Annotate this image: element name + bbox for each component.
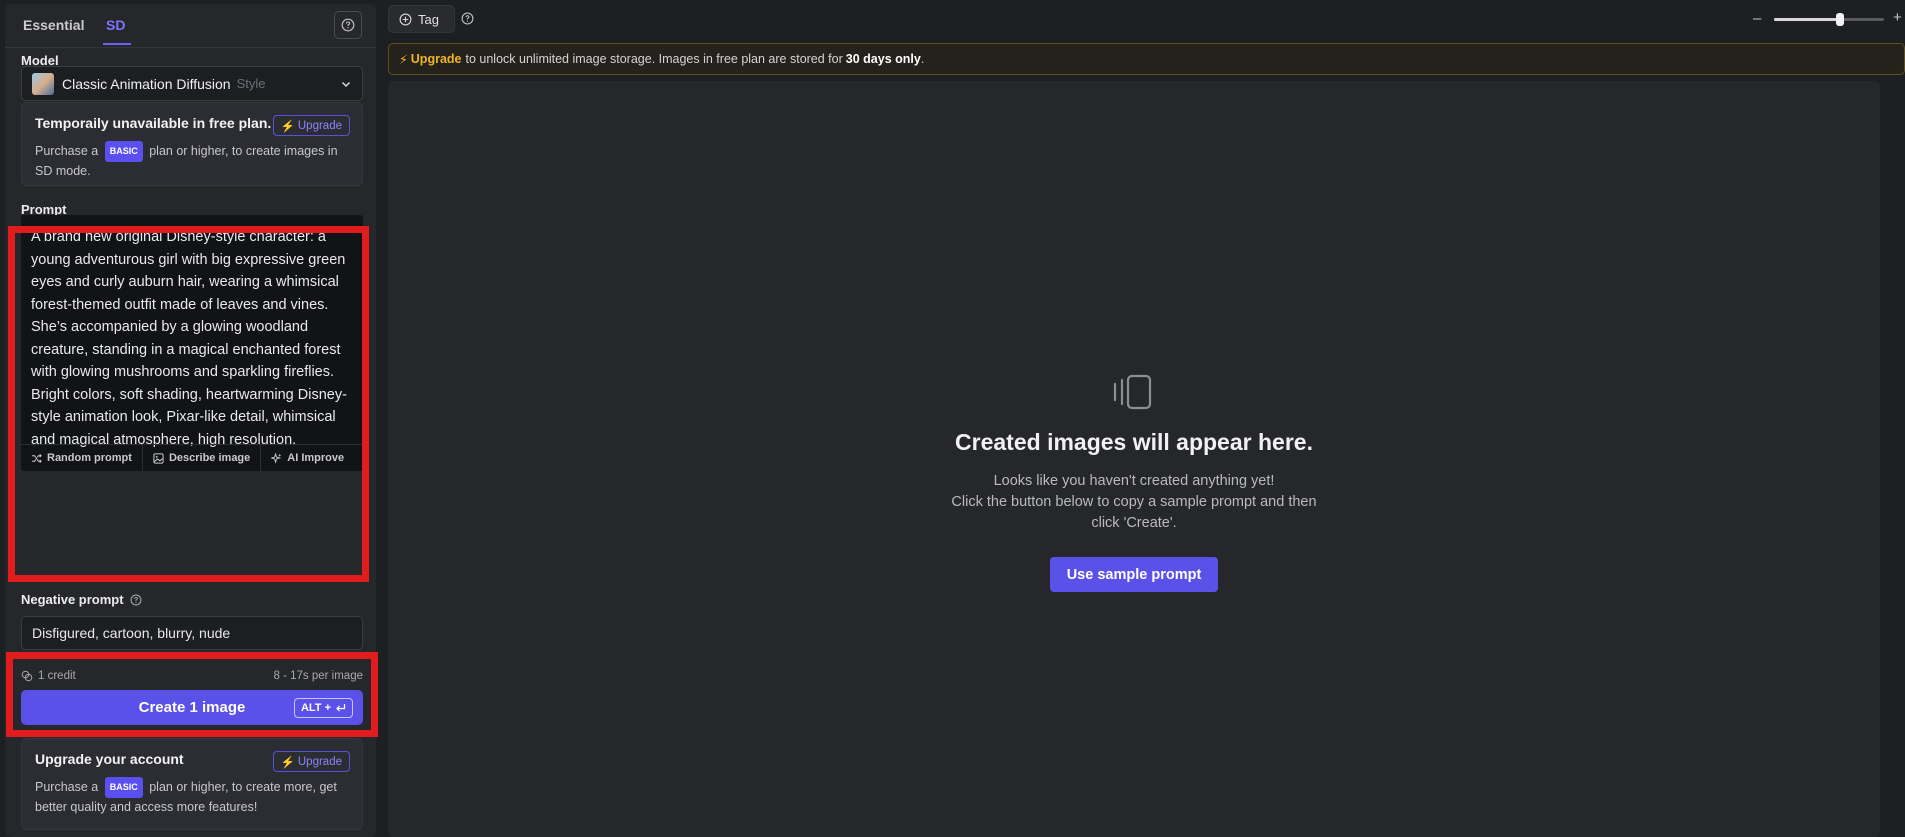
negative-prompt-label: Negative prompt	[21, 592, 124, 607]
banner-text: to unlock unlimited image storage. Image…	[465, 52, 843, 66]
zoom-out-button[interactable]: –	[1753, 10, 1761, 27]
upgrade-button-label: Upgrade	[297, 119, 342, 132]
shuffle-icon	[31, 453, 42, 463]
upgrade-button-small[interactable]: ⚡ Upgrade	[272, 115, 350, 136]
negative-prompt-label-row: Negative prompt	[21, 592, 142, 607]
empty-state-title: Created images will appear here.	[955, 429, 1313, 455]
tab-essential[interactable]: Essential	[23, 17, 84, 33]
upgrade-account-card: Upgrade your account ⚡ Upgrade Purchase …	[21, 738, 363, 830]
model-select[interactable]: Classic Animation Diffusion Style	[21, 66, 363, 101]
zoom-slider-fill	[1774, 18, 1840, 21]
gallery-icon	[1113, 374, 1152, 410]
help-button[interactable]	[334, 11, 362, 39]
negative-prompt-input[interactable]: Disfigured, cartoon, blurry, nude	[21, 616, 363, 650]
gallery-area	[388, 81, 1880, 837]
describe-image-label: Describe image	[168, 452, 251, 464]
upgrade-account-text: Purchase a BASIC plan or higher, to crea…	[35, 777, 349, 817]
credit-label: 1 credit	[38, 670, 76, 682]
banner-bold-text: 30 days only	[845, 52, 921, 66]
tag-button[interactable]: Tag	[388, 5, 455, 33]
sparkle-icon	[271, 452, 282, 464]
prompt-area: A brand new original Disney-style charac…	[21, 215, 363, 471]
enter-key-icon	[336, 704, 346, 712]
prompt-textarea[interactable]: A brand new original Disney-style charac…	[21, 215, 363, 448]
zoom-in-button[interactable]: +	[1893, 9, 1902, 26]
upgrade-text-before: Purchase a	[35, 780, 99, 794]
random-prompt-label: Random prompt	[47, 452, 132, 464]
chevron-down-icon	[341, 81, 351, 87]
image-icon	[153, 452, 164, 464]
create-image-button[interactable]: Create 1 image ALT +	[21, 690, 363, 725]
credit-info: 1 credit	[21, 670, 76, 682]
plus-circle-icon	[399, 13, 412, 25]
banner-upgrade-link[interactable]: Upgrade	[411, 52, 462, 66]
zoom-slider[interactable]	[1774, 13, 1884, 26]
keyboard-shortcut: ALT +	[293, 698, 353, 718]
notice-text-before: Purchase a	[35, 144, 99, 158]
model-name: Classic Animation Diffusion	[62, 75, 231, 92]
help-icon[interactable]	[461, 12, 474, 25]
random-prompt-button[interactable]: Random prompt	[21, 445, 143, 471]
lightning-icon: ⚡	[399, 52, 408, 67]
describe-image-button[interactable]: Describe image	[143, 445, 262, 471]
mode-tabs: Essential SD	[5, 4, 376, 48]
active-tab-indicator	[103, 43, 131, 45]
ai-improve-button[interactable]: AI Improve	[261, 445, 354, 471]
help-icon	[341, 18, 355, 32]
time-per-image: 8 - 17s per image	[273, 670, 364, 682]
create-button-label: Create 1 image	[138, 699, 246, 716]
coins-icon	[21, 670, 33, 682]
lightning-icon: ⚡	[280, 120, 295, 133]
use-sample-prompt-button[interactable]: Use sample prompt	[1050, 557, 1218, 592]
tab-sd[interactable]: SD	[106, 17, 125, 33]
help-icon[interactable]	[130, 594, 142, 606]
empty-state-line-2: Click the button below to copy a sample …	[951, 494, 1317, 510]
storage-banner: ⚡ Upgrade to unlock unlimited image stor…	[388, 43, 1905, 75]
prompt-toolbar: Random prompt Describe image AI Improve	[21, 444, 363, 471]
tag-button-label: Tag	[418, 11, 439, 27]
basic-badge: BASIC	[104, 141, 143, 162]
unavailable-text: Purchase a BASIC plan or higher, to crea…	[35, 141, 349, 181]
unavailable-notice: Temporaily unavailable in free plan. ⚡ U…	[21, 102, 363, 186]
upgrade-button-small[interactable]: ⚡ Upgrade	[272, 751, 350, 772]
banner-text-end: .	[920, 52, 925, 66]
upgrade-button-label: Upgrade	[297, 755, 342, 768]
empty-state-line-1: Looks like you haven't created anything …	[993, 473, 1275, 489]
model-style-tag: Style	[236, 76, 266, 91]
empty-state-line-3: click 'Create'.	[1091, 515, 1177, 531]
empty-state-description: Looks like you haven't created anything …	[388, 471, 1880, 534]
sidebar: Essential SD Model Classic Animation Dif…	[5, 4, 376, 837]
shortcut-label: ALT +	[300, 702, 331, 714]
lightning-icon: ⚡	[280, 756, 295, 769]
zoom-slider-thumb[interactable]	[1836, 13, 1844, 26]
ai-improve-label: AI Improve	[287, 452, 345, 464]
basic-badge: BASIC	[104, 777, 143, 798]
model-thumbnail	[32, 72, 54, 95]
